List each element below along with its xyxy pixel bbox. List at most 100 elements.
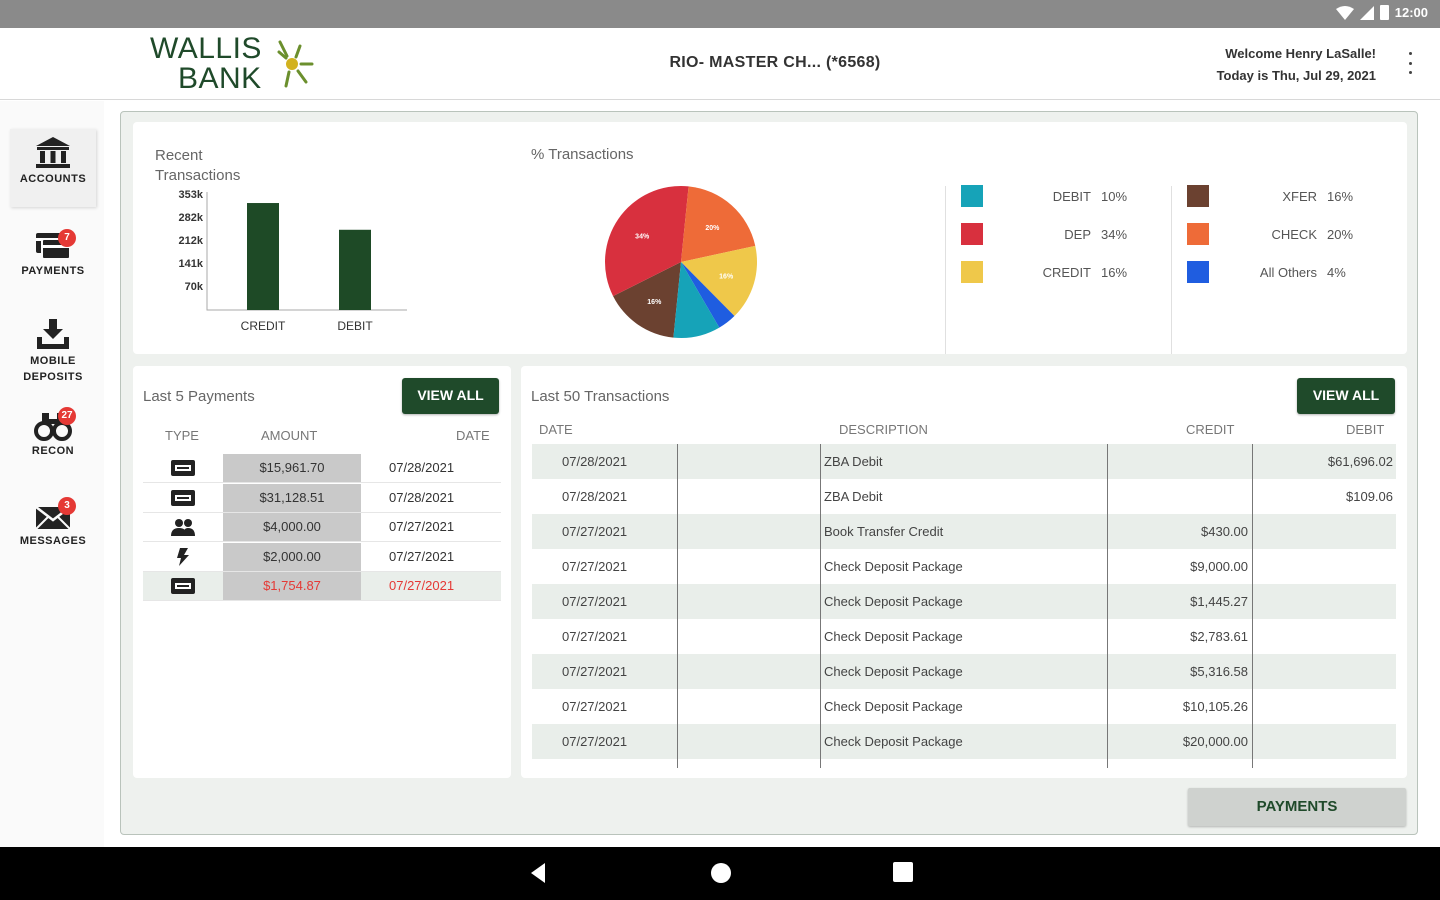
legend-item: DEP 34%	[961, 223, 1161, 245]
overflow-menu-icon[interactable]	[1406, 52, 1414, 74]
transaction-description: Check Deposit Package	[824, 699, 963, 714]
sidebar-item-label: MOBILE	[30, 355, 76, 367]
bar-credit[interactable]	[247, 203, 279, 310]
payment-date: 07/27/2021	[389, 548, 455, 564]
sidebar-item-label: MESSAGES	[19, 535, 87, 547]
welcome-block: Welcome Henry LaSalle! Today is Thu, Jul…	[1217, 43, 1376, 87]
sun-logo-icon	[277, 40, 314, 88]
legend-swatch	[961, 261, 983, 283]
legend-item: All Others 4%	[1187, 261, 1387, 283]
ach-icon	[171, 489, 195, 506]
system-nav-bar	[0, 847, 1440, 900]
transaction-date: 07/28/2021	[562, 454, 628, 469]
back-icon[interactable]	[529, 861, 547, 885]
sidebar-item-mobile-deposits[interactable]: MOBILE DEPOSITS	[10, 311, 96, 387]
transaction-row[interactable]: 07/27/2021 Check Deposit Package $2,783.61	[532, 619, 1396, 654]
transactions-col-debit: DEBIT	[1346, 422, 1385, 437]
legend-percent: 10%	[1101, 188, 1128, 204]
payments-col-amount: AMOUNT	[261, 428, 318, 443]
sidebar-item-label-2: DEPOSITS	[23, 371, 83, 383]
transactions-col-credit: CREDIT	[1186, 422, 1235, 437]
transactions-card: Last 50 Transactions VIEW ALL DATE DESCR…	[521, 366, 1407, 778]
transaction-credit: $2,783.61	[1190, 629, 1248, 644]
legend-swatch	[1187, 223, 1209, 245]
recents-icon[interactable]	[892, 861, 914, 883]
payments-title: Last 5 Payments	[143, 388, 255, 405]
logo-line-1: WALLIS	[150, 32, 262, 65]
legend-swatch	[961, 223, 983, 245]
transaction-credit: $430.00	[1201, 524, 1248, 539]
payment-row[interactable]: $31,128.51 07/28/2021	[143, 483, 501, 513]
transaction-row[interactable]: 07/28/2021 ZBA Debit $61,696.02	[532, 444, 1396, 479]
payment-date: 07/28/2021	[389, 460, 455, 475]
messages-badge: 3	[58, 497, 76, 515]
y-tick-label: 141k	[179, 258, 204, 270]
column-divider	[1107, 444, 1108, 768]
mobile-deposit-icon	[37, 319, 69, 349]
transaction-credit: $9,000.00	[1190, 559, 1248, 574]
transactions-table: 07/28/2021 ZBA Debit $61,696.02 07/28/2021 Z…	[532, 444, 1396, 768]
status-bar: 12:00	[0, 0, 1440, 28]
x-tick-label: DEBIT	[337, 319, 373, 333]
legend-swatch	[1187, 185, 1209, 207]
transaction-row[interactable]: 07/27/2021 Check Deposit Package $1,445.27	[532, 584, 1396, 619]
transactions-view-all-button[interactable]: VIEW ALL	[1297, 378, 1395, 414]
payments-view-all-button[interactable]: VIEW ALL	[402, 378, 499, 414]
sidebar-item-messages[interactable]: MESSAGES 3	[10, 491, 96, 569]
payment-row[interactable]: $4,000.00 07/27/2021	[143, 513, 501, 542]
transaction-debit: $61,696.02	[1327, 454, 1393, 469]
recon-badge: 27	[58, 407, 76, 425]
y-tick-label: 282k	[179, 212, 204, 224]
transaction-row[interactable]: 07/28/2021 ZBA Debit $109.06	[532, 479, 1396, 514]
transaction-row[interactable]: 07/27/2021 Check Deposit Package $20,000.0…	[532, 724, 1396, 759]
legend-percent: 20%	[1327, 226, 1354, 242]
transaction-description: Check Deposit Package	[824, 559, 963, 574]
legend-percent: 34%	[1101, 226, 1128, 242]
wallis-bank-logo[interactable]: WALLIS BANK	[148, 32, 318, 96]
payments-button[interactable]: PAYMENTS	[1188, 788, 1406, 826]
sidebar-item-payments[interactable]: PAYMENTS 7	[10, 221, 96, 299]
transaction-debit: $109.06	[1346, 489, 1393, 504]
transaction-description: Check Deposit Package	[824, 734, 963, 749]
payment-row[interactable]: $2,000.00 07/27/2021	[143, 542, 501, 572]
bank-icon	[36, 137, 70, 168]
sidebar-item-accounts[interactable]: ACCOUNTS	[10, 129, 96, 207]
transaction-credit: $10,105.26	[1182, 699, 1248, 714]
transaction-credit: $20,000.00	[1182, 734, 1248, 749]
pie-slice-label: 16%	[647, 299, 662, 306]
column-divider	[820, 444, 821, 768]
payment-row[interactable]: $15,961.70 07/28/2021	[143, 454, 501, 483]
dashboard-panel: Recent Transactions 353k 282k 212k 141k 70k C…	[120, 111, 1418, 835]
transaction-date: 07/27/2021	[562, 524, 628, 539]
transaction-row[interactable]: 07/27/2021 Check Deposit Package $5,316.58	[532, 654, 1396, 689]
sidebar-item-label: ACCOUNTS	[19, 173, 87, 185]
payment-date: 07/27/2021	[389, 519, 455, 534]
transactions-pie-chart: 16% 34% 20% 16%	[605, 186, 757, 338]
payments-card: Last 5 Payments VIEW ALL TYPE AMOUNT DAT…	[133, 366, 511, 778]
sidebar-item-label: RECON	[31, 445, 75, 457]
legend-percent: 16%	[1327, 188, 1354, 204]
pie-chart-title: % Transactions	[531, 146, 634, 163]
payment-row[interactable]: $1,754.87 07/27/2021	[143, 572, 501, 601]
account-selector[interactable]: RIO- MASTER CH... (*6568)	[560, 54, 990, 72]
payment-date: 07/27/2021	[389, 578, 455, 593]
flash-icon	[177, 547, 189, 566]
sidebar-item-recon[interactable]: RECON 27	[10, 401, 96, 479]
transaction-credit: $5,316.58	[1190, 664, 1248, 679]
status-icons: 12:00	[1335, 5, 1428, 20]
payment-amount: $15,961.70	[223, 454, 361, 482]
transaction-row[interactable]: 07/27/2021 Check Deposit Package $9,000.00	[532, 549, 1396, 584]
legend-percent: 4%	[1327, 264, 1346, 280]
legend-item: CHECK 20%	[1187, 223, 1387, 245]
legend-label: DEBIT	[1052, 188, 1091, 204]
app-header: WALLIS BANK RIO- MASTER CH... (*6568) We…	[0, 28, 1440, 100]
legend-divider	[1171, 186, 1172, 354]
wifi-icon	[1335, 5, 1354, 20]
transaction-row[interactable]: 07/27/2021 Book Transfer Credit $430.00	[532, 514, 1396, 549]
legend-label: CREDIT	[1042, 264, 1091, 280]
transaction-row[interactable]: 07/27/2021 Check Deposit Package $10,105.2…	[532, 689, 1396, 724]
bar-debit[interactable]	[339, 229, 371, 310]
legend-divider	[945, 186, 946, 354]
legend-swatch	[1187, 261, 1209, 283]
home-icon[interactable]	[709, 861, 733, 885]
